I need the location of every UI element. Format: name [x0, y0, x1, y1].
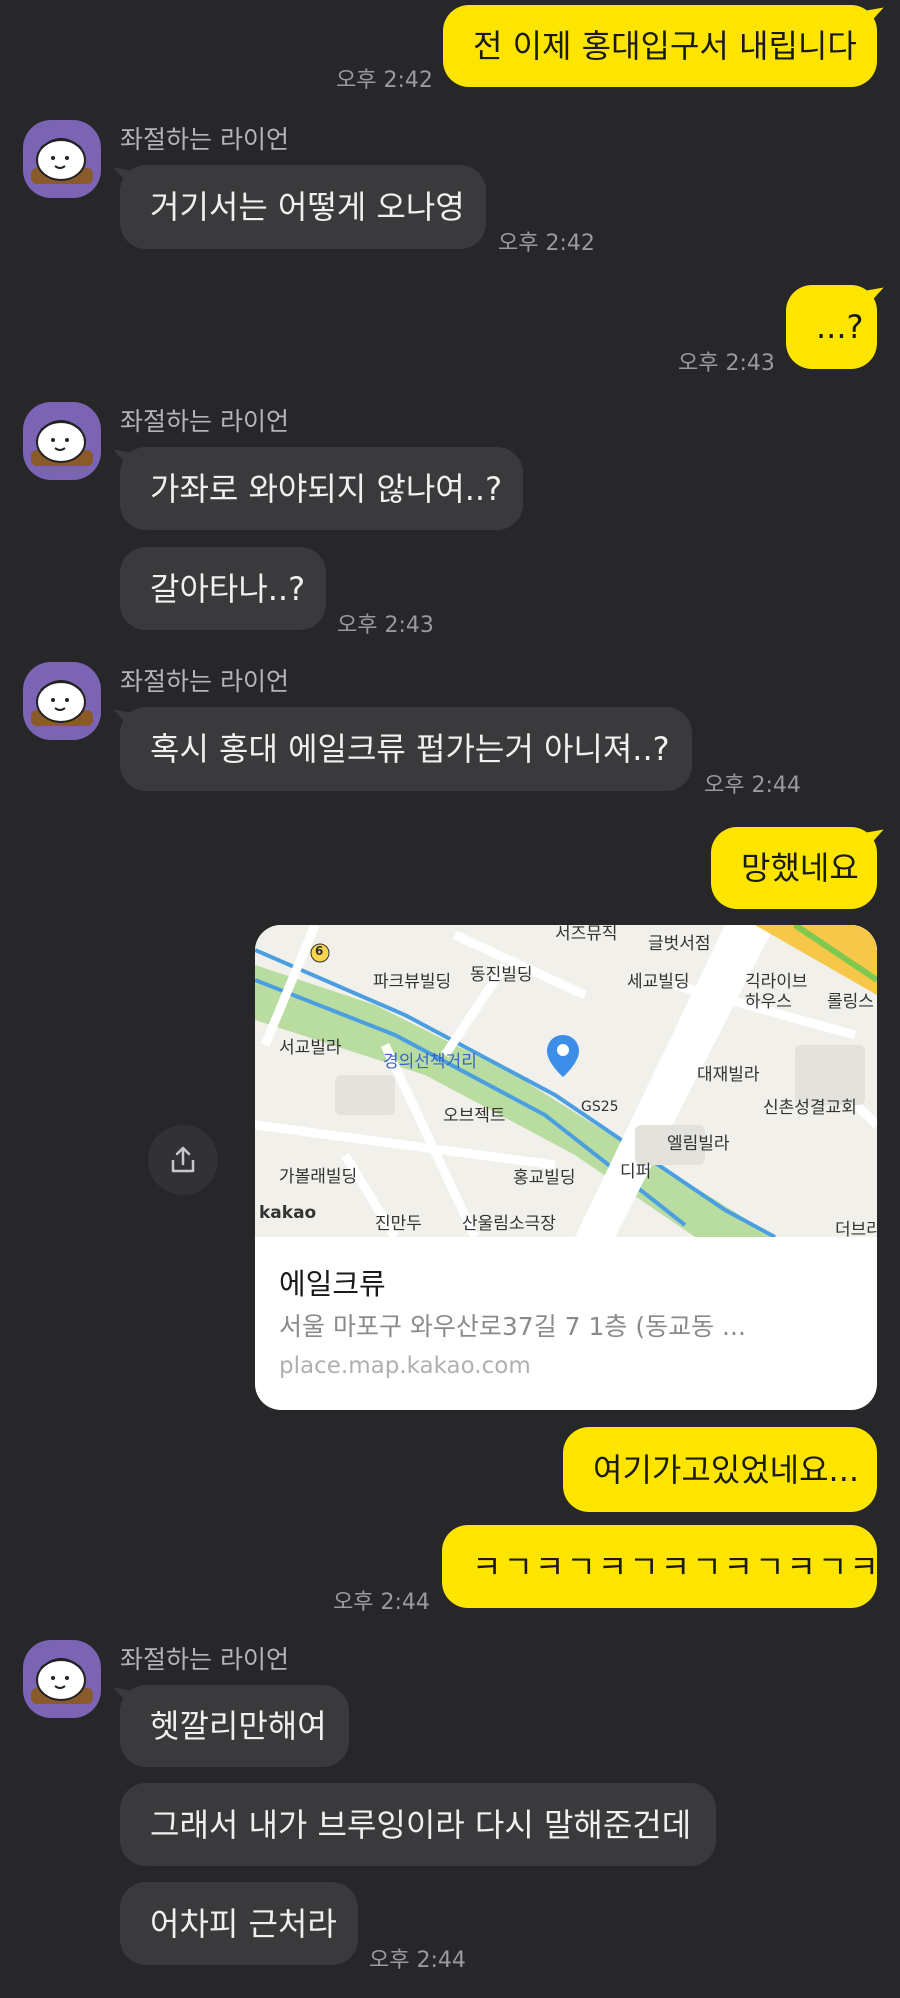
message-text: 전 이제 홍대입구서 내립니다 [473, 27, 857, 65]
map-label: GS25 [581, 1099, 619, 1115]
avatar[interactable] [23, 662, 101, 740]
message-time: 오후 2:43 [337, 613, 434, 638]
map-label: 파크뷰빌딩 [373, 972, 452, 992]
map-preview[interactable]: 6 서즈뮤직 글벗서점 파크뷰빌딩 동진빌딩 세교빌딩 긱라이브 하우스 롤링스… [255, 925, 877, 1237]
lion-character-icon [31, 420, 93, 466]
message-bubble-incoming[interactable]: 헷깔리만해여 [120, 1685, 349, 1767]
message-bubble-incoming[interactable]: 거기서는 어떻게 오나영 [120, 165, 486, 249]
message-time: 오후 2:42 [498, 231, 595, 256]
map-label: 홍교빌딩 [513, 1168, 576, 1188]
map-label: 세교빌딩 [627, 972, 690, 992]
map-label: 대재빌라 [697, 1065, 760, 1085]
sender-name: 좌절하는 라이언 [120, 125, 289, 154]
map-label: 신촌성결교회 [763, 1098, 857, 1118]
map-label: 디퍼 [620, 1162, 652, 1182]
message-bubble-incoming[interactable]: 어차피 근처라 [120, 1882, 358, 1965]
message-text: 어차피 근처라 [150, 1904, 337, 1943]
map-label: 더브라 [835, 1220, 877, 1237]
sender-name: 좌절하는 라이언 [120, 1645, 289, 1674]
lion-character-icon [31, 680, 93, 726]
message-bubble-incoming[interactable]: 그래서 내가 브루잉이라 다시 말해준건데 [120, 1783, 716, 1866]
message-text: ㅋㄱㅋㄱㅋㄱㅋㄱㅋㄱㅋㄱㅋ [472, 1547, 881, 1586]
lion-character-icon [31, 138, 93, 184]
message-bubble-incoming[interactable]: 갈아타나..? [120, 547, 326, 630]
map-label: 엘림빌라 [667, 1134, 730, 1154]
location-pin-icon [547, 1035, 579, 1077]
avatar[interactable] [23, 402, 101, 480]
message-text: 그래서 내가 브루잉이라 다시 말해준건데 [150, 1805, 692, 1844]
message-time: 오후 2:42 [336, 68, 433, 93]
message-text: 갈아타나..? [150, 569, 306, 608]
message-bubble-outgoing[interactable]: 망했네요 [711, 827, 877, 909]
message-time: 오후 2:44 [333, 1590, 430, 1615]
sender-name: 좌절하는 라이언 [120, 407, 289, 436]
map-label: 동진빌딩 [470, 965, 533, 985]
message-bubble-outgoing[interactable]: 여기가고있었네요... [563, 1427, 877, 1512]
map-label: 산울림소극장 [462, 1214, 556, 1234]
message-text: 거기서는 어떻게 오나영 [150, 188, 465, 226]
message-time: 오후 2:43 [678, 351, 775, 376]
map-label: 6 [315, 944, 324, 958]
message-bubble-outgoing[interactable]: 전 이제 홍대입구서 내립니다 [443, 5, 877, 87]
map-logo: kakao [259, 1203, 317, 1223]
map-label: 서즈뮤직 [555, 925, 618, 944]
map-label: 진만두 [375, 1214, 422, 1234]
map-label: 경의선책거리 [383, 1052, 477, 1072]
map-label: 서교빌라 [279, 1038, 342, 1058]
map-label: 긱라이브 하우스 [745, 972, 808, 1012]
avatar[interactable] [23, 1640, 101, 1718]
message-text: 헷깔리만해여 [150, 1707, 327, 1745]
message-text: 혹시 홍대 에일크류 펍가는거 아니져..? [150, 730, 670, 768]
map-label: 가볼래빌딩 [279, 1167, 358, 1187]
place-title: 에일크류 [279, 1267, 386, 1301]
map-label: 오브젝트 [443, 1106, 506, 1126]
avatar[interactable] [23, 120, 101, 198]
message-text: 여기가고있었네요... [593, 1450, 860, 1489]
map-label: 글벗서점 [648, 934, 711, 954]
lion-character-icon [31, 1658, 93, 1704]
message-text: 망했네요 [741, 849, 859, 887]
sender-name: 좌절하는 라이언 [120, 667, 289, 696]
message-time: 오후 2:44 [704, 773, 801, 798]
message-text: 가좌로 와야되지 않나여..? [150, 469, 503, 508]
message-time: 오후 2:44 [369, 1948, 466, 1973]
place-url[interactable]: place.map.kakao.com [279, 1353, 531, 1379]
message-bubble-incoming[interactable]: 혹시 홍대 에일크류 펍가는거 아니져..? [120, 707, 692, 791]
message-bubble-incoming[interactable]: 가좌로 와야되지 않나여..? [120, 447, 523, 530]
place-card[interactable]: 6 서즈뮤직 글벗서점 파크뷰빌딩 동진빌딩 세교빌딩 긱라이브 하우스 롤링스… [255, 925, 877, 1410]
message-text: ...? [816, 308, 864, 346]
share-button[interactable] [148, 1125, 218, 1195]
message-bubble-outgoing[interactable]: ㅋㄱㅋㄱㅋㄱㅋㄱㅋㄱㅋㄱㅋ [442, 1525, 879, 1608]
place-address: 서울 마포구 와우산로37길 7 1층 (동교동 ... [279, 1312, 746, 1341]
message-bubble-outgoing[interactable]: ...? [786, 285, 877, 369]
map-label: 롤링스 [827, 992, 874, 1012]
share-icon [171, 1146, 195, 1173]
